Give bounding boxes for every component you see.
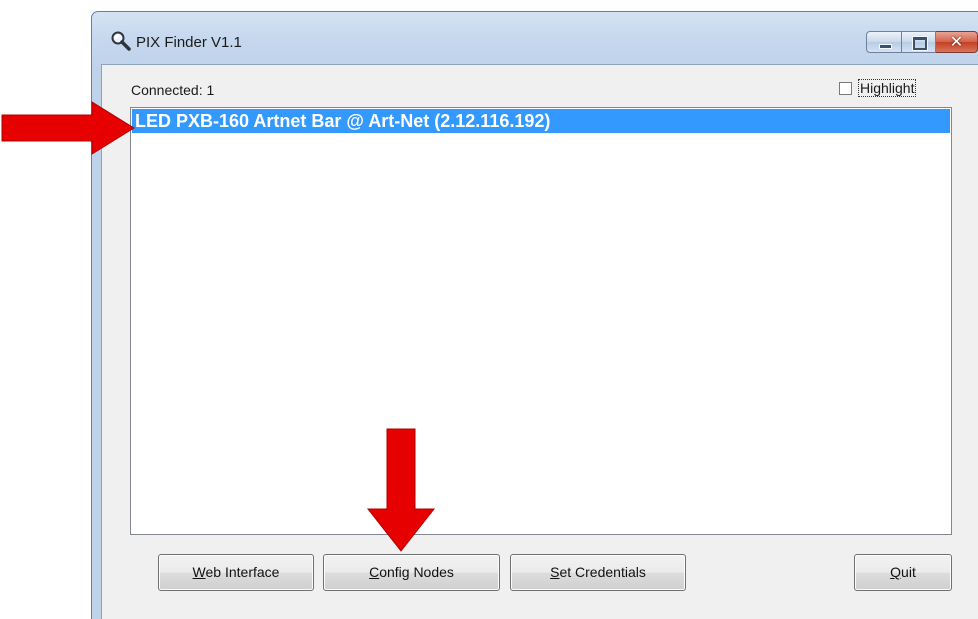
web-interface-label: eb Interface: [205, 564, 280, 580]
web-interface-mnemonic: W: [192, 564, 206, 580]
screenshot-stage: PIX Finder V1.1 ✕ Connected: 1 Highlight: [0, 0, 978, 619]
maximize-button[interactable]: [902, 31, 936, 53]
client-area: Connected: 1 Highlight LED PXB-160 Artne…: [101, 64, 978, 619]
magnifier-icon: [111, 31, 131, 51]
maximize-icon: [912, 36, 928, 51]
caption-buttons: ✕: [866, 31, 978, 53]
red-arrow-down-icon: [366, 428, 436, 552]
config-nodes-mnemonic: C: [369, 564, 380, 580]
connected-status: Connected: 1: [131, 82, 215, 98]
set-credentials-button[interactable]: Set Credentials: [510, 554, 686, 591]
pix-finder-window: PIX Finder V1.1 ✕ Connected: 1 Highlight: [91, 11, 978, 619]
set-credentials-label: et Credentials: [559, 564, 646, 580]
title-bar[interactable]: PIX Finder V1.1 ✕: [92, 12, 978, 62]
list-item-node[interactable]: LED PXB-160 Artnet Bar @ Art-Net (2.12.1…: [132, 109, 950, 133]
minimize-button[interactable]: [866, 31, 902, 53]
highlight-checkbox[interactable]: [839, 81, 852, 95]
node-list[interactable]: LED PXB-160 Artnet Bar @ Art-Net (2.12.1…: [130, 107, 952, 535]
config-nodes-button[interactable]: Config Nodes: [323, 554, 500, 591]
window-title: PIX Finder V1.1: [136, 34, 242, 51]
config-nodes-label: onfig Nodes: [379, 564, 454, 580]
close-button[interactable]: ✕: [936, 31, 978, 53]
minimize-icon: [879, 44, 892, 49]
quit-button[interactable]: Quit: [854, 554, 952, 591]
close-icon: ✕: [949, 32, 964, 51]
web-interface-button[interactable]: Web Interface: [158, 554, 314, 591]
highlight-label: Highlight: [857, 79, 917, 97]
quit-label: uit: [901, 564, 916, 580]
red-arrow-right-icon: [1, 101, 135, 155]
quit-mnemonic: Q: [890, 564, 902, 580]
highlight-toggle[interactable]: Highlight: [839, 79, 917, 97]
